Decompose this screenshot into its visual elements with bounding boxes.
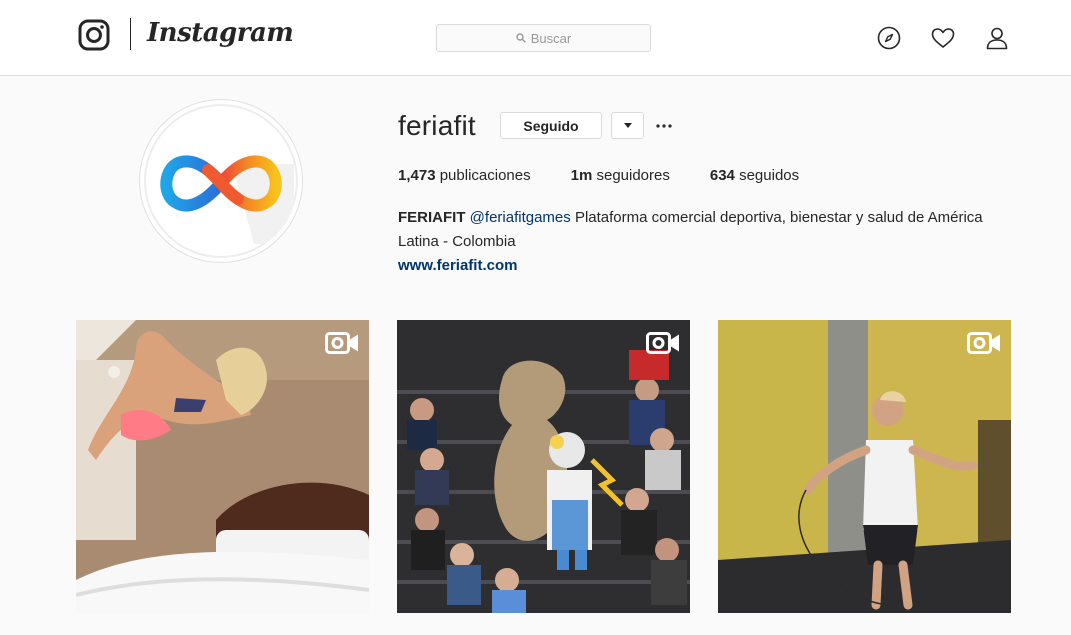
bio-website-link[interactable]: www.feriafit.com [398,254,1018,278]
instagram-wordmark-logo[interactable]: Instagram [147,18,294,48]
compass-icon[interactable] [877,26,901,50]
profile-avatar[interactable] [139,99,303,263]
following-count: 634 [709,167,735,184]
feriafit-infinity-logo [160,155,294,244]
search-input[interactable]: Buscar [436,24,651,52]
followers-label: seguidores [596,167,670,184]
bio-text-line-1: Plataforma comercial deportiva, bienesta… [574,209,983,226]
caret-down-icon [623,123,632,128]
heart-icon[interactable] [931,26,955,50]
posts-label: publicaciones [439,167,531,184]
video-camera-icon [646,332,679,354]
post-image-jump-rope [718,320,1011,613]
stat-followers[interactable]: 1m seguidores [571,167,670,184]
bio-mention-link[interactable]: @feriafitgames [470,209,571,226]
post-image-bedroom-flip [76,320,369,613]
profile-username: feriafit [398,110,476,141]
profile-stats: 1,473 publicaciones 1m seguidores 634 se… [398,167,839,184]
suggestions-dropdown-button[interactable] [611,112,644,139]
post-thumbnail[interactable] [76,320,369,613]
post-thumbnail[interactable] [397,320,690,613]
profile-bio: FERIAFIT @feriafitgames Plataforma comer… [398,206,1018,278]
video-camera-icon [967,332,1000,354]
followers-count: 1m [570,167,593,184]
more-options-button[interactable] [654,112,674,139]
post-thumbnail[interactable] [718,320,1011,613]
nav-divider [130,18,131,50]
bio-full-name: FERIAFIT [398,209,466,226]
user-icon[interactable] [985,26,1009,50]
posts-count: 1,473 [398,167,436,184]
search-icon [516,33,526,43]
bio-text-line-2: Latina - Colombia [398,233,516,250]
stat-posts: 1,473 publicaciones [398,167,531,184]
following-label: seguidos [739,167,800,184]
stat-following[interactable]: 634 seguidos [710,167,799,184]
following-button[interactable]: Seguido [500,112,602,139]
video-camera-icon [325,332,358,354]
bio-line-1: FERIAFIT @feriafitgames Plataforma comer… [398,206,1018,230]
ellipsis-icon [656,123,672,128]
top-navigation-bar: Instagram Buscar [0,0,1071,76]
avatar-image [144,104,298,258]
post-image-arena-mascots [397,320,690,613]
instagram-glyph-icon[interactable] [78,19,110,51]
search-placeholder: Buscar [530,30,572,46]
